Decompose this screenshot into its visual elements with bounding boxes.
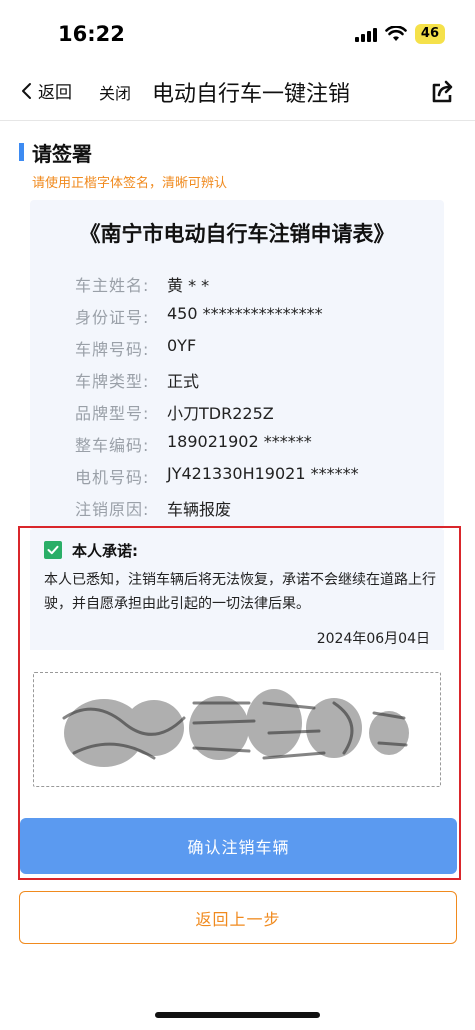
share-icon[interactable] — [429, 78, 457, 106]
confirm-cancel-vehicle-button[interactable]: 确认注销车辆 — [20, 818, 457, 874]
status-bar: 16:22 46 — [0, 0, 475, 70]
form-label: 整车编码: — [75, 436, 150, 455]
form-label: 注销原因: — [75, 500, 150, 519]
form-label: 电机号码: — [75, 468, 150, 487]
home-indicator — [155, 1012, 320, 1018]
form-value: 0YF — [167, 336, 197, 355]
form-label: 车牌号码: — [75, 340, 150, 359]
form-row: 车主姓名: 黄 * * — [75, 272, 209, 296]
status-time: 16:22 — [58, 22, 125, 46]
form-row: 整车编码: 189021902 ****** — [75, 432, 312, 456]
page-title: 电动自行车一键注销 — [152, 82, 351, 107]
form-row: 车牌类型: 正式 — [75, 368, 199, 392]
application-form-card: 《南宁市电动自行车注销申请表》 车主姓名: 黄 * * 身份证号: 450 **… — [30, 200, 444, 530]
section-title: 请签署 — [32, 142, 92, 166]
form-title: 《南宁市电动自行车注销申请表》 — [79, 222, 395, 246]
nav-back-button[interactable]: 返回 — [20, 78, 72, 103]
form-row: 电机号码: JY421330H19021 ****** — [75, 464, 359, 488]
signal-icon — [354, 26, 377, 42]
form-row: 身份证号: 450 *************** — [75, 304, 323, 328]
status-icons: 46 — [354, 24, 445, 44]
nav-close-button[interactable]: 关闭 — [99, 80, 131, 104]
form-value: 450 *************** — [167, 304, 323, 323]
nav-divider — [0, 120, 475, 121]
form-value: 车辆报废 — [167, 500, 232, 519]
chevron-left-icon — [22, 82, 31, 99]
form-row: 注销原因: 车辆报废 — [75, 496, 231, 520]
wifi-icon — [385, 26, 407, 41]
form-value: 小刀TDR225Z — [167, 404, 274, 423]
form-value: 黄 * * — [167, 276, 210, 295]
form-value: 189021902 ****** — [167, 432, 312, 451]
form-label: 车牌类型: — [75, 372, 150, 391]
form-label: 车主姓名: — [75, 276, 150, 295]
section-hint: 请使用正楷字体签名，清晰可辨认 — [32, 176, 228, 191]
form-value: JY421330H19021 ****** — [167, 464, 359, 483]
form-label: 品牌型号: — [75, 404, 150, 423]
back-previous-step-button[interactable]: 返回上一步 — [19, 891, 457, 944]
form-row: 车牌号码: 0YF — [75, 336, 196, 360]
battery-indicator: 46 — [414, 24, 445, 44]
form-label: 身份证号: — [75, 308, 150, 327]
section-accent-bar — [19, 143, 24, 161]
form-value: 正式 — [167, 372, 200, 391]
nav-back-label: 返回 — [38, 83, 72, 103]
nav-bar: 返回 关闭 电动自行车一键注销 — [0, 70, 475, 120]
form-row: 品牌型号: 小刀TDR225Z — [75, 400, 274, 424]
